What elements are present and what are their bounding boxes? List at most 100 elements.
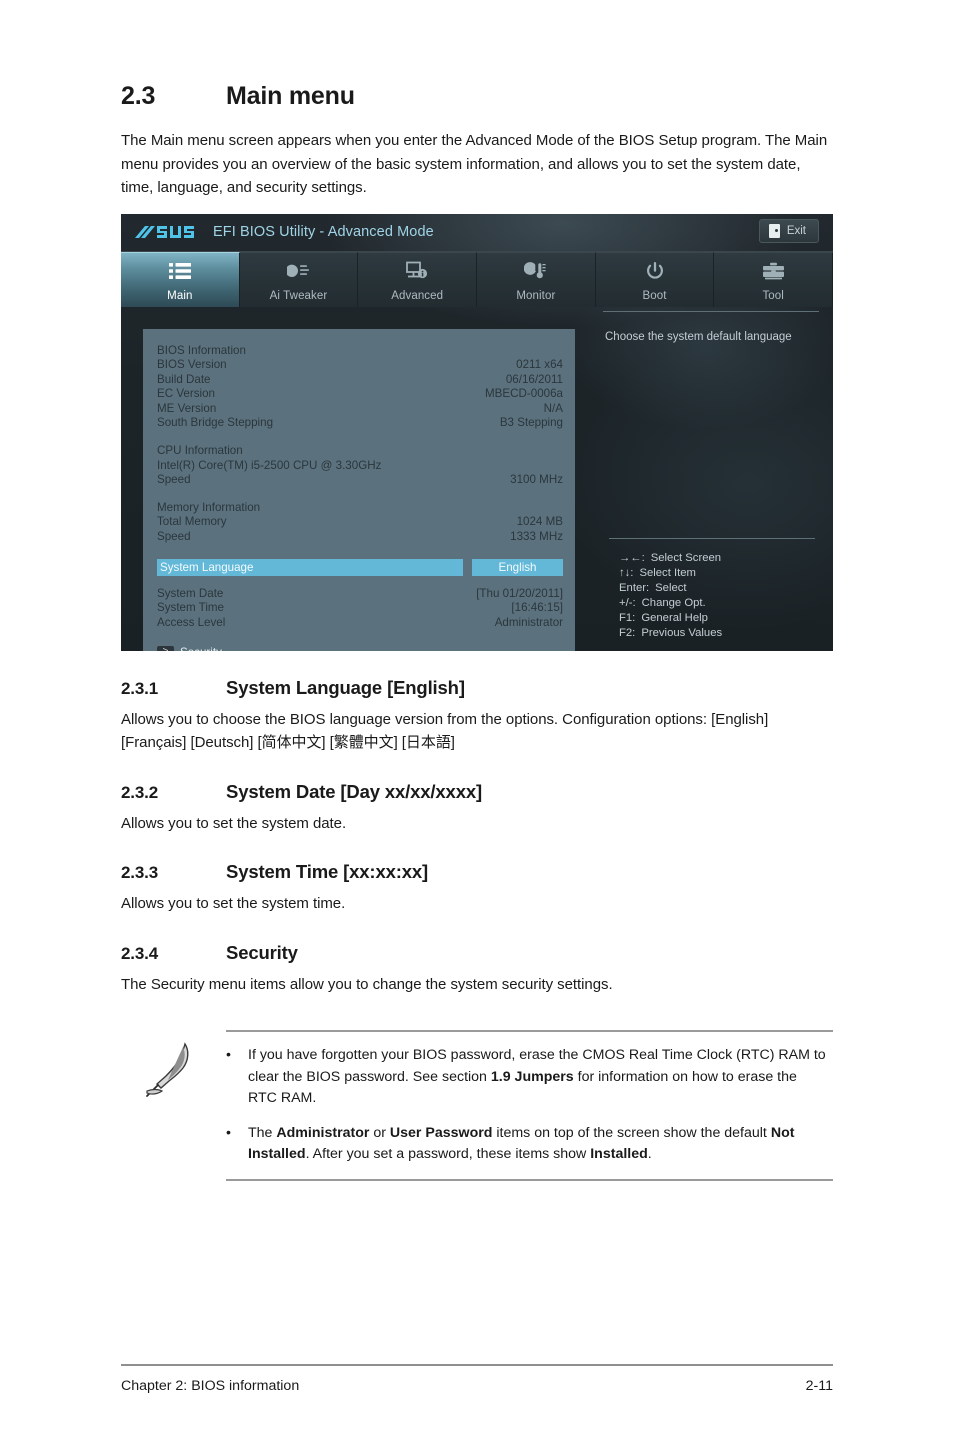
section-heading: 2.3 Main menu (121, 82, 833, 111)
key-action: Select Item (639, 567, 696, 580)
key-legend-row: F1: General Help (605, 612, 819, 626)
tab-main-label: Main (167, 289, 193, 302)
row-label: Speed (157, 473, 191, 487)
bios-main-panel: BIOS Information BIOS Version 0211 x64 B… (143, 328, 575, 651)
subsection-heading-234: 2.3.4 Security (121, 942, 833, 964)
security-label: Security (180, 646, 222, 650)
exit-door-icon (768, 223, 780, 238)
row-label: BIOS Version (157, 358, 227, 372)
info-row-build-date[interactable]: Build Date 06/16/2011 (157, 373, 563, 388)
monitor-info-icon (402, 258, 432, 284)
tab-ai-tweaker-label: Ai Tweaker (269, 289, 328, 302)
key-name: Enter: (619, 582, 650, 595)
bios-screenshot: EFI BIOS Utility - Advanced Mode Exit Ma… (121, 213, 833, 651)
key-legend-row: +/-: Change Opt. (605, 597, 819, 611)
subsection-body-232: Allows you to set the system date. (121, 814, 347, 832)
row-value: N/A (543, 401, 563, 415)
bullet: • (226, 1047, 231, 1063)
subsection-body-231: Allows you to choose the BIOS language v… (121, 710, 769, 752)
info-row-cpu-speed[interactable]: Speed 3100 MHz (157, 473, 563, 488)
key-legend-row: Enter: Select (605, 582, 819, 596)
key-name: F2: (619, 627, 636, 640)
row-value: 1024 MB (516, 515, 563, 529)
row-label: ME Version (157, 401, 217, 415)
bios-body: BIOS Information BIOS Version 0211 x64 B… (121, 307, 833, 651)
tab-monitor[interactable]: Monitor (477, 251, 596, 307)
group-heading-cpu: CPU Information (157, 444, 243, 458)
key-action: Change Opt. (641, 597, 706, 610)
info-row-south-bridge-stepping[interactable]: South Bridge Stepping B3 Stepping (157, 416, 563, 431)
info-row-total-memory[interactable]: Total Memory 1024 MB (157, 515, 563, 530)
gauge-temp-icon (521, 258, 551, 284)
note-text-2: The Administrator or User Password items… (248, 1124, 795, 1163)
tab-advanced-label: Advanced (391, 289, 444, 302)
bios-tab-bar: Main Ai Tweaker Advanced Monitor Boot To… (121, 251, 833, 307)
system-language-row[interactable]: System Language English (157, 558, 563, 576)
bios-help-panel: Choose the system default language →←: S… (599, 310, 823, 651)
row-value: 0211 x64 (516, 358, 563, 372)
exit-button[interactable]: Exit (758, 218, 819, 243)
help-divider-bottom (609, 537, 815, 539)
power-icon (640, 258, 670, 284)
key-name: →←: (619, 551, 645, 564)
row-label: System Time (157, 601, 224, 615)
tab-ai-tweaker[interactable]: Ai Tweaker (239, 251, 359, 307)
note-item: • If you have forgotten your BIOS passwo… (226, 1045, 827, 1110)
subsection-number: 2.3.4 (121, 943, 159, 963)
row-label: EC Version (157, 387, 215, 401)
key-action: Previous Values (641, 627, 723, 640)
subsection-title: Security (226, 941, 298, 963)
key-name: +/-: (619, 597, 636, 610)
tab-boot[interactable]: Boot (595, 251, 715, 307)
bios-title: EFI BIOS Utility - Advanced Mode (213, 224, 434, 240)
row-label: Speed (157, 530, 191, 544)
tab-advanced[interactable]: Advanced (358, 251, 478, 307)
bios-header-bar: EFI BIOS Utility - Advanced Mode Exit (121, 214, 833, 252)
note-divider-bottom (226, 1178, 833, 1181)
subsection-title: System Language [English] (226, 676, 465, 698)
note-text-1: If you have forgotten your BIOS password… (248, 1047, 826, 1106)
note-item: • The Administrator or User Password ite… (226, 1123, 827, 1166)
subsection-number: 2.3.3 (121, 863, 159, 882)
tab-main[interactable]: Main (121, 251, 240, 307)
group-heading-memory: Memory Information (157, 500, 261, 514)
footer-page-number: 2-11 (805, 1378, 833, 1394)
security-submenu-item[interactable]: > Security (157, 646, 563, 651)
row-value: 3100 MHz (510, 473, 563, 487)
row-value: 06/16/2011 (505, 372, 563, 386)
system-language-value[interactable]: English (472, 558, 563, 576)
tab-monitor-label: Monitor (516, 289, 556, 302)
subsection-heading-233: 2.3.3 System Time [xx:xx:xx] (121, 861, 833, 883)
system-language-label: System Language (157, 558, 463, 576)
system-time-row[interactable]: System Time [16:46:15] (157, 601, 563, 616)
tab-boot-label: Boot (642, 289, 667, 302)
info-row-me-version[interactable]: ME Version N/A (157, 402, 563, 417)
key-legend-row: ↑↓: Select Item (605, 567, 819, 581)
help-text: Choose the system default language (605, 330, 792, 343)
tab-tool[interactable]: Tool (714, 251, 833, 307)
subsection-heading-232: 2.3.2 System Date [Day xx/xx/xxxx] (121, 781, 833, 803)
key-action: Select (655, 582, 687, 595)
section-title: Main menu (226, 82, 355, 110)
note-callout: • If you have forgotten your BIOS passwo… (121, 1030, 833, 1181)
info-row-ec-version[interactable]: EC Version MBECD-0006a (157, 387, 563, 402)
subsection-body-234: The Security menu items allow you to cha… (121, 975, 613, 993)
row-label: System Date (157, 586, 224, 600)
asus-logo (133, 224, 203, 241)
key-legend-row: F2: Previous Values (605, 627, 819, 641)
info-row-memory-speed[interactable]: Speed 1333 MHz (157, 530, 563, 545)
list-icon (165, 258, 195, 284)
key-name: F1: (619, 612, 636, 625)
info-row-bios-version[interactable]: BIOS Version 0211 x64 (157, 358, 563, 373)
row-value: 1333 MHz (510, 530, 563, 544)
subsection-number: 2.3.1 (121, 678, 159, 698)
subsection-number: 2.3.2 (121, 782, 159, 802)
bullet: • (226, 1124, 231, 1141)
page-content: 2.3 Main menu The Main menu screen appea… (121, 82, 833, 1181)
system-date-row[interactable]: System Date [Thu 01/20/2011] (157, 587, 563, 602)
row-label: Access Level (157, 615, 226, 629)
row-label: Total Memory (157, 515, 227, 529)
key-legend-row: →←: Select Screen (605, 552, 819, 566)
